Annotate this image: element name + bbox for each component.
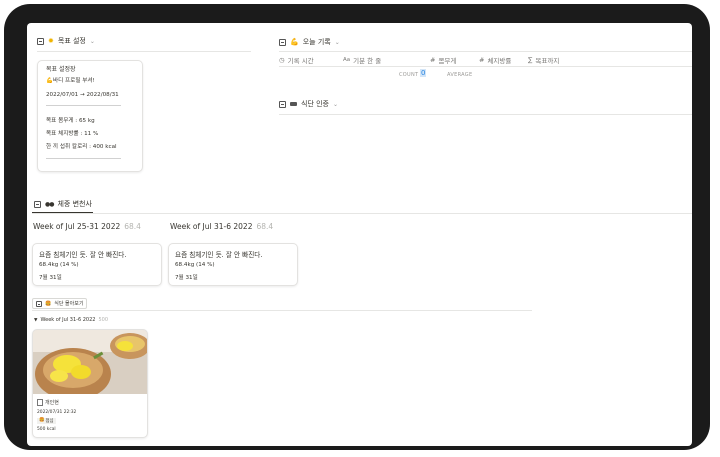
column-label: 기록 시간: [287, 57, 314, 65]
text-icon: Aa: [343, 57, 351, 63]
meal-photo: [33, 330, 147, 394]
column-header-mood[interactable]: Aa 기분 한 줄: [343, 55, 381, 65]
goal-card[interactable]: 목표 설정장 💪바디 프로필 부셔! 2022/07/01 → 2022/08/…: [37, 60, 143, 172]
week-title-text: Week of Jul 25-31 2022: [33, 222, 121, 231]
today-divider-top: [279, 51, 692, 52]
week-count: 68.4: [256, 222, 274, 231]
today-divider-mid: [279, 66, 692, 67]
column-header-to-goal[interactable]: ∑ 목표까지: [528, 55, 559, 65]
week-group-title-2[interactable]: Week of Jul 31-6 2022 68.4: [170, 222, 273, 231]
week-title-text: Week of Jul 31-6 2022: [170, 222, 253, 231]
goal-card-separator-2: ―――――――――――――――: [46, 156, 121, 162]
meal-proof-title: 식단 인증: [301, 100, 329, 108]
page-icon: [37, 399, 43, 406]
week-count: 68.4: [124, 222, 141, 231]
weight-changes-title: 체중 변천사: [57, 200, 92, 208]
meal-group-count: 500: [98, 317, 108, 323]
goal-section-title: 목표 설정: [57, 37, 86, 45]
meal-group-title: Week of Jul 31-6 2022: [40, 317, 96, 323]
table-icon: [279, 100, 286, 108]
meal-gallery-card[interactable]: 개인현 2022/07/31 22:32 🍔 점심 500 kcal: [32, 329, 148, 438]
clock-icon: ◷: [279, 56, 285, 64]
weight-changes-header[interactable]: ●● 체중 변천사: [34, 199, 92, 209]
column-label: 목표까지: [535, 57, 560, 65]
column-label: 체지방률: [487, 57, 512, 65]
meal-gallery-tab-label: 식단 몰아보기: [54, 301, 84, 307]
weight-card-weight: 68.4kg (14 %): [39, 262, 79, 268]
table-icon: [279, 38, 286, 46]
meal-group-header[interactable]: ▼ Week of Jul 31-6 2022 500: [34, 317, 108, 323]
burger-emoji-icon: 🍔: [39, 418, 45, 423]
meal-item-tag: 🍔 점심: [37, 418, 56, 424]
goal-card-title: 목표 설정장: [46, 66, 76, 73]
meal-gallery-tab[interactable]: 🍔 식단 몰아보기: [32, 298, 88, 309]
meal-gallery-divider: [32, 310, 532, 311]
meal-item-name: 개인현: [45, 400, 59, 406]
goal-card-kcal: 한 끼 섭취 칼로리 : 400 kcal: [46, 144, 117, 150]
goal-card-separator: ―――――――――――――――: [46, 103, 121, 109]
week-group-title-1[interactable]: Week of Jul 25-31 2022 68.4: [33, 222, 141, 231]
meal-item-tag-text: 점심: [45, 419, 54, 424]
weight-card-title: 요즘 침체기인 듯. 잘 안 빠진다.: [39, 251, 127, 259]
table-icon: [37, 37, 44, 45]
count-label: COUNT: [399, 72, 419, 78]
muscle-emoji-icon: 💪: [290, 38, 299, 46]
chevron-down-icon: ⌄: [334, 38, 340, 46]
board-icon: [34, 200, 41, 208]
column-header-time[interactable]: ◷ 기록 시간: [279, 55, 314, 65]
number-icon: #: [430, 56, 436, 64]
count-value[interactable]: 0: [420, 69, 427, 77]
meal-proof-header[interactable]: 식단 인증 ⌄: [279, 99, 338, 109]
triangle-down-icon: ▼: [34, 317, 38, 323]
goal-section-header[interactable]: ✹ 목표 설정 ⌄: [37, 36, 95, 46]
goal-card-bodyfat: 목표 체지방률 : 11 %: [46, 131, 99, 137]
goal-card-dates: 2022/07/01 → 2022/08/31: [46, 92, 119, 98]
meal-item-name-row: 개인현: [37, 399, 59, 406]
notion-page: ✹ 목표 설정 ⌄ 목표 설정장 💪바디 프로필 부셔! 2022/07/01 …: [27, 23, 692, 446]
bento-emoji-icon: [290, 102, 297, 106]
column-label: 몸무게: [438, 57, 457, 65]
weight-changes-divider: [32, 213, 692, 214]
gallery-icon: [36, 300, 42, 307]
number-icon: #: [479, 56, 485, 64]
sun-emoji-icon: ✹: [48, 37, 54, 45]
tablet-frame: ✹ 목표 설정 ⌄ 목표 설정장 💪바디 프로필 부셔! 2022/07/01 …: [4, 4, 710, 450]
meal-item-kcal: 500 kcal: [37, 427, 56, 432]
weight-card-title: 요즘 침체기인 듯. 잘 안 빠진다.: [175, 251, 263, 259]
goal-card-line1: 💪바디 프로필 부셔!: [46, 78, 95, 84]
weight-card-date: 7월 31일: [39, 275, 62, 281]
average-label[interactable]: AVERAGE: [447, 72, 472, 78]
eyes-emoji-icon: ●●: [45, 200, 55, 208]
weight-card-2[interactable]: 요즘 침체기인 듯. 잘 안 빠진다. 68.4kg (14 %) 7월 31일: [168, 243, 298, 286]
goal-card-weight: 목표 몸무게 : 65 kg: [46, 118, 95, 124]
today-record-title: 오늘 기록: [302, 38, 331, 46]
column-label: 기분 한 줄: [353, 57, 382, 65]
column-header-bodyfat[interactable]: # 체지방률: [479, 55, 511, 65]
today-record-header[interactable]: 💪 오늘 기록 ⌄: [279, 37, 340, 47]
burger-emoji-icon: 🍔: [45, 300, 52, 307]
weight-card-1[interactable]: 요즘 침체기인 듯. 잘 안 빠진다. 68.4kg (14 %) 7월 31일: [32, 243, 162, 286]
weight-card-weight: 68.4kg (14 %): [175, 262, 215, 268]
chevron-down-icon: ⌄: [89, 37, 95, 45]
column-header-weight[interactable]: # 몸무게: [430, 55, 456, 65]
meal-item-datetime: 2022/07/31 22:32: [37, 410, 77, 415]
chevron-down-icon: ⌄: [333, 100, 339, 108]
weight-card-date: 7월 31일: [175, 275, 198, 281]
meal-proof-divider: [279, 114, 692, 115]
sigma-icon: ∑: [528, 56, 533, 64]
goal-divider: [37, 51, 251, 52]
